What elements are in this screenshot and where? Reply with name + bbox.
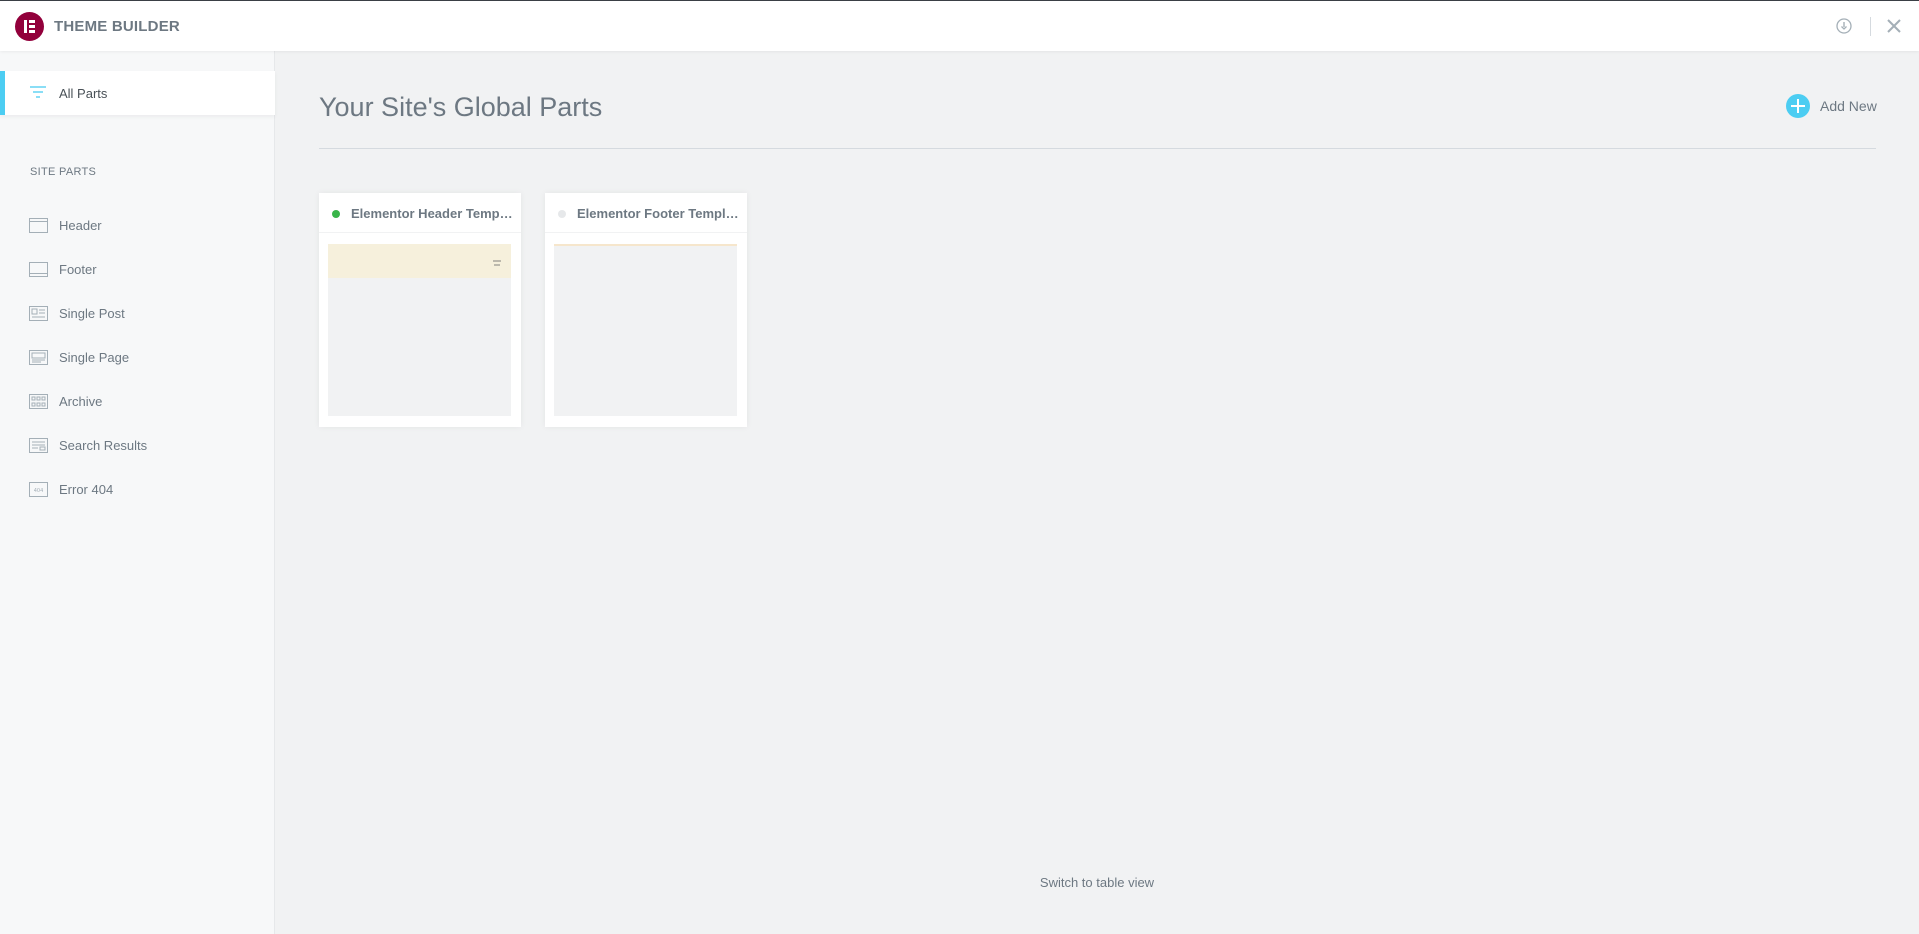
preview-header-strip xyxy=(328,244,511,278)
add-new-label: Add New xyxy=(1820,98,1877,114)
error-404-icon: 404 xyxy=(29,482,48,497)
sidebar-item-label: Single Page xyxy=(59,350,130,365)
sidebar-item-label: Error 404 xyxy=(59,482,114,497)
sidebar-item-label: Search Results xyxy=(59,438,148,453)
sidebar-item-search-results[interactable]: Search Results xyxy=(0,428,275,464)
card-header: Elementor Header Template xyxy=(319,193,521,233)
elementor-logo-icon xyxy=(15,12,44,41)
sidebar: All Parts SITE PARTS Header Footer Singl… xyxy=(0,51,275,934)
plus-circle-icon xyxy=(1786,94,1810,118)
info-circle-icon[interactable] xyxy=(1835,17,1853,35)
single-post-icon xyxy=(29,306,48,321)
main-content: Your Site's Global Parts Add New Element… xyxy=(275,51,1919,934)
sidebar-item-single-post[interactable]: Single Post xyxy=(0,296,275,332)
close-icon[interactable] xyxy=(1885,17,1903,35)
sidebar-item-label: All Parts xyxy=(59,86,108,101)
topbar-divider xyxy=(1870,17,1871,36)
header-layout-icon xyxy=(29,218,48,233)
top-bar: THEME BUILDER xyxy=(0,0,1919,51)
card-title: Elementor Header Template xyxy=(351,206,514,221)
title-divider xyxy=(319,148,1876,149)
status-dot-inactive xyxy=(558,210,566,218)
search-results-icon xyxy=(29,438,48,453)
filter-lines-icon xyxy=(30,86,46,98)
archive-grid-icon xyxy=(29,394,48,409)
hamburger-menu-icon xyxy=(493,260,501,266)
sidebar-item-label: Header xyxy=(59,218,102,233)
template-preview-thumbnail xyxy=(328,244,511,416)
template-preview-thumbnail xyxy=(554,244,737,416)
sidebar-item-footer[interactable]: Footer xyxy=(0,252,275,288)
sidebar-item-label: Single Post xyxy=(59,306,125,321)
page-title: Your Site's Global Parts xyxy=(319,92,603,122)
app-title: THEME BUILDER xyxy=(54,18,180,35)
switch-to-table-view-link[interactable]: Switch to table view xyxy=(275,875,1919,890)
sidebar-item-header[interactable]: Header xyxy=(0,208,275,244)
sidebar-item-error-404[interactable]: 404 Error 404 xyxy=(0,472,275,508)
svg-text:404: 404 xyxy=(34,488,44,494)
sidebar-item-label: Archive xyxy=(59,394,103,409)
sidebar-item-archive[interactable]: Archive xyxy=(0,384,275,420)
footer-layout-icon xyxy=(29,262,48,277)
template-card-footer[interactable]: Elementor Footer Template xyxy=(545,193,747,427)
single-page-icon xyxy=(29,350,48,365)
card-header: Elementor Footer Template xyxy=(545,193,747,233)
section-title-site-parts: SITE PARTS xyxy=(30,166,97,178)
sidebar-item-label: Footer xyxy=(59,262,97,277)
sidebar-item-single-page[interactable]: Single Page xyxy=(0,340,275,376)
status-dot-active xyxy=(332,210,340,218)
card-title: Elementor Footer Template xyxy=(577,206,740,221)
template-card-header[interactable]: Elementor Header Template xyxy=(319,193,521,427)
sidebar-item-all-parts[interactable]: All Parts xyxy=(0,71,275,115)
preview-footer-strip xyxy=(554,244,737,246)
